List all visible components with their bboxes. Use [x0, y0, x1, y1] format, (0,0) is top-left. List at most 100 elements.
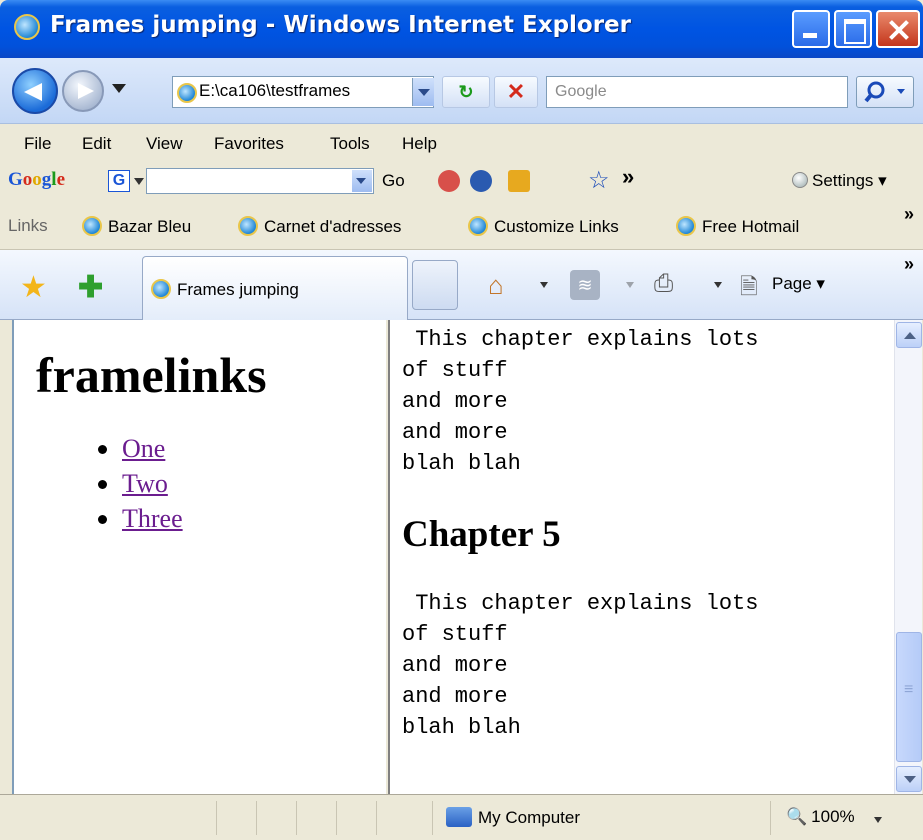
menu-bar: File Edit View Favorites Tools Help	[0, 124, 923, 162]
chevron-down-icon[interactable]	[134, 178, 144, 185]
tab-frames-jumping[interactable]: Frames jumping	[142, 256, 408, 320]
google-toolbar: Google G Go ☆ » Settings ▾	[0, 162, 923, 200]
tab-row: ★ ✚ Frames jumping ⌂ ≋ ⎙ 🗎 Page ▾ »	[0, 250, 923, 320]
frame-link-list: One Two Three	[98, 431, 384, 536]
status-divider	[216, 801, 217, 835]
ie-page-icon	[82, 216, 102, 236]
chapter-text-top: This chapter explains lots of stuff and …	[402, 327, 759, 476]
framelinks-heading: framelinks	[36, 347, 267, 403]
title-bar[interactable]: Frames jumping - Windows Internet Explor…	[0, 0, 923, 58]
list-item: Two	[98, 466, 384, 501]
scroll-down-button[interactable]	[896, 766, 922, 792]
bookmark-star-icon[interactable]: ☆	[588, 166, 610, 195]
menu-tools[interactable]: Tools	[330, 134, 370, 154]
security-zone[interactable]: My Computer	[446, 807, 580, 828]
address-field[interactable]: E:\ca106\testframes	[172, 76, 434, 108]
link-label: Free Hotmail	[702, 217, 800, 236]
browser-window: Frames jumping - Windows Internet Explor…	[0, 0, 923, 840]
google-search-field[interactable]	[146, 168, 374, 194]
ie-logo-icon	[14, 14, 40, 40]
link-bazar-bleu[interactable]: Bazar Bleu	[82, 216, 191, 237]
home-icon[interactable]: ⌂	[488, 270, 504, 301]
rss-feed-icon[interactable]: ≋	[570, 270, 600, 300]
link-label: Bazar Bleu	[108, 217, 192, 236]
link-two[interactable]: Two	[122, 469, 168, 498]
page-icon[interactable]: 🗎	[740, 270, 758, 308]
status-divider	[432, 801, 433, 835]
ie-page-icon	[468, 216, 488, 236]
chevron-down-icon[interactable]	[714, 282, 722, 288]
pagerank-icon[interactable]	[470, 170, 492, 192]
scroll-thumb[interactable]	[896, 632, 922, 762]
status-divider	[256, 801, 257, 835]
search-input[interactable]: Google	[546, 76, 848, 108]
settings-icon	[792, 172, 808, 188]
popup-blocker-icon[interactable]	[438, 170, 460, 192]
computer-icon	[446, 807, 472, 827]
minimize-button[interactable]	[792, 10, 830, 48]
google-logo[interactable]: Google	[8, 169, 65, 191]
toolbar-overflow-icon[interactable]: »	[622, 164, 634, 190]
address-row: E:\ca106\testframes ↻ ✕ Google	[0, 58, 923, 124]
google-settings-button[interactable]: Settings ▾	[792, 171, 887, 191]
menu-edit[interactable]: Edit	[82, 134, 111, 154]
status-bar: My Computer 🔍 100%	[0, 794, 923, 840]
maximize-button[interactable]	[834, 10, 872, 48]
google-go-button[interactable]: Go	[382, 171, 405, 191]
menu-view[interactable]: View	[146, 134, 183, 154]
content-area: framelinks One Two Three This chapter ex…	[12, 320, 922, 794]
page-menu-button[interactable]: Page ▾	[772, 274, 825, 294]
back-arrow-icon[interactable]	[12, 68, 58, 114]
new-tab-button[interactable]	[412, 260, 458, 310]
page-favicon-icon	[177, 83, 197, 103]
link-free-hotmail[interactable]: Free Hotmail	[676, 216, 799, 237]
status-divider	[376, 801, 377, 835]
chevron-down-icon[interactable]	[540, 282, 548, 288]
settings-label: Settings	[812, 171, 874, 190]
vertical-scrollbar[interactable]	[894, 320, 922, 794]
google-field-dropdown[interactable]	[352, 170, 372, 192]
tab-label: Frames jumping	[177, 280, 299, 299]
left-frame: framelinks One Two Three	[14, 320, 384, 794]
stop-icon[interactable]: ✕	[494, 76, 538, 108]
page-label: Page	[772, 274, 812, 293]
link-customize-links[interactable]: Customize Links	[468, 216, 619, 237]
chevron-down-icon[interactable]	[626, 282, 634, 288]
refresh-icon[interactable]: ↻	[442, 76, 490, 108]
link-label: Carnet d'adresses	[264, 217, 402, 236]
search-placeholder: Google	[555, 83, 607, 100]
recent-pages-dropdown-icon[interactable]	[112, 84, 126, 93]
link-three[interactable]: Three	[122, 504, 183, 533]
forward-arrow-icon[interactable]	[62, 70, 104, 112]
commandbar-overflow-icon[interactable]: »	[904, 254, 914, 275]
magnifier-icon	[864, 81, 905, 103]
zoom-icon: 🔍	[786, 807, 808, 826]
ie-page-icon	[238, 216, 258, 236]
links-overflow-icon[interactable]: »	[904, 204, 914, 225]
window-title: Frames jumping - Windows Internet Explor…	[50, 12, 631, 38]
links-label: Links	[8, 216, 48, 235]
zoom-control[interactable]: 🔍 100%	[786, 807, 855, 827]
chevron-down-icon[interactable]	[874, 817, 882, 823]
printer-icon[interactable]: ⎙	[654, 270, 673, 298]
status-divider	[336, 801, 337, 835]
chapter-heading: Chapter 5	[402, 514, 561, 555]
list-item: One	[98, 431, 384, 466]
menu-help[interactable]: Help	[402, 134, 437, 154]
star-icon[interactable]: ★	[20, 270, 47, 305]
close-button[interactable]	[876, 10, 920, 48]
menu-favorites[interactable]: Favorites	[214, 134, 284, 154]
scroll-up-button[interactable]	[896, 322, 922, 348]
address-url: E:\ca106\testframes	[199, 81, 351, 100]
link-carnet-adresses[interactable]: Carnet d'adresses	[238, 216, 401, 237]
add-favorite-icon[interactable]: ✚	[78, 270, 103, 305]
link-label: Customize Links	[494, 217, 619, 236]
google-g-button[interactable]: G	[108, 170, 130, 192]
autofill-icon[interactable]	[508, 170, 530, 192]
menu-file[interactable]: File	[24, 134, 51, 154]
address-dropdown-button[interactable]	[412, 78, 434, 106]
search-button[interactable]	[856, 76, 914, 108]
link-one[interactable]: One	[122, 434, 165, 463]
right-frame: This chapter explains lots of stuff and …	[390, 320, 894, 794]
status-divider	[296, 801, 297, 835]
